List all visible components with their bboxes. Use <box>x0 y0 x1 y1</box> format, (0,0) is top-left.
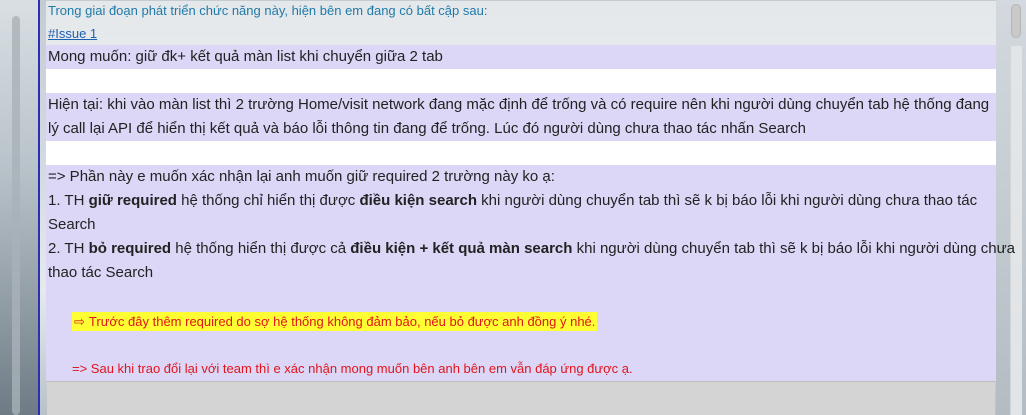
option-1-line-2: Search <box>48 216 96 233</box>
option-1-mid: hệ thống chỉ hiển thị được <box>176 192 360 209</box>
wish-text: Mong muốn: giữ đk+ kết quả màn list khi … <box>46 45 996 69</box>
confirm-block: => Phần này e muốn xác nhận lại anh muốn… <box>46 165 1015 381</box>
confirm-text: => Phần này e muốn xác nhận lại anh muốn… <box>48 168 555 185</box>
option-2-line-2: thao tác Search <box>48 264 154 281</box>
intro-text: Trong giai đoạn phát triển chức năng này… <box>46 1 996 23</box>
option-2: 2. TH bỏ required hệ thống hiển thị được… <box>48 237 1015 261</box>
current-state-line-1: Hiện tại: khi vào màn list thì 2 trường … <box>48 96 990 113</box>
red-note: => Sau khi trao đổi lại với team thì e x… <box>72 361 633 376</box>
option-1-prefix: 1. TH <box>48 192 89 209</box>
option-2-prefix: 2. TH <box>48 240 89 257</box>
option-2-mid: hệ thống hiển thị được cả <box>171 240 351 257</box>
option-1-bold-1: giữ required <box>88 192 177 209</box>
option-2-suffix: khi người dùng chuyển tab thì sẽ k bị bá… <box>572 240 1016 257</box>
current-state-block: Hiện tại: khi vào màn list thì 2 trường … <box>46 93 996 141</box>
scrollbar-thumb[interactable] <box>1011 4 1021 38</box>
option-2-bold-2: điều kiện + kết quả màn search <box>350 240 573 257</box>
blank-line <box>46 69 996 93</box>
current-state-line-2: lý call lại API để hiển thị kết quả và b… <box>48 120 806 137</box>
yellow-note: ⇨ Trước đây thêm required do sợ hệ thống … <box>72 312 598 331</box>
scrollbar-track[interactable] <box>1010 46 1022 415</box>
next-block-placeholder <box>47 381 995 415</box>
blank-line <box>46 141 996 165</box>
option-1-bold-2: điều kiện search <box>359 192 478 209</box>
option-1: 1. TH giữ required hệ thống chỉ hiển thị… <box>48 189 990 213</box>
arrow-right-icon: ⇨ <box>74 314 85 329</box>
option-2-bold-1: bỏ required <box>88 240 172 257</box>
option-1-suffix: khi người dùng chuyển tab thì sẽ k bị bá… <box>477 192 978 209</box>
issue-link[interactable]: #Issue 1 <box>46 23 996 45</box>
email-body: Trong giai đoạn phát triển chức năng này… <box>40 0 1015 415</box>
yellow-note-row: ⇨ Trước đây thêm required do sợ hệ thống … <box>46 308 996 336</box>
yellow-note-text: Trước đây thêm required do sợ hệ thống k… <box>88 314 596 329</box>
left-scrollbar[interactable] <box>12 16 20 415</box>
